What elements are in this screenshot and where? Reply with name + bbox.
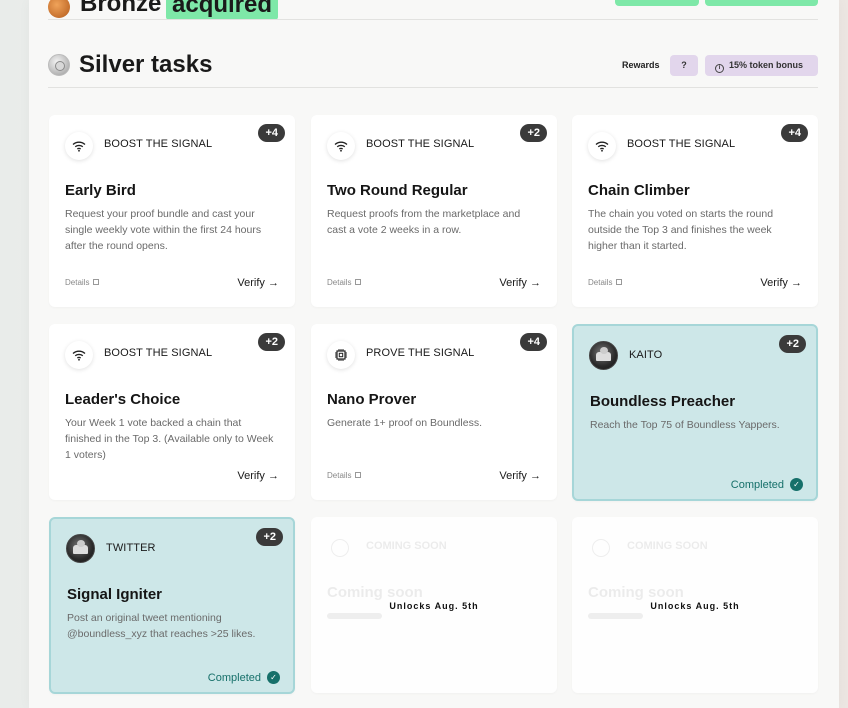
details-link[interactable]: Details <box>588 278 623 287</box>
points-badge: +2 <box>779 335 806 353</box>
bonus-pill[interactable]: i 15% token bonus <box>705 55 818 76</box>
task-card: BOOST THE SIGNAL +2 Leader's Choice Your… <box>49 324 295 500</box>
card-title: Early Bird <box>65 182 136 199</box>
external-link-icon <box>616 279 623 285</box>
arrow-right-icon: → <box>268 277 279 289</box>
arrow-right-icon: → <box>530 277 541 289</box>
locked-task-card: COMING SOON Coming soon Unlocks Aug. 5th <box>311 517 557 693</box>
card-category: BOOST THE SIGNAL <box>104 347 213 359</box>
task-card: BOOST THE SIGNAL +4 Early Bird Request y… <box>49 115 295 307</box>
silver-medal-icon <box>48 54 70 76</box>
check-icon: ✓ <box>790 478 803 491</box>
card-category: COMING SOON <box>366 540 447 552</box>
silver-header: Silver tasks Rewards ? i 15% token bonus <box>48 48 818 82</box>
bronze-header: Bronze acquired <box>48 0 818 20</box>
verify-button[interactable]: Verify → <box>237 277 279 289</box>
card-category: BOOST THE SIGNAL <box>366 138 475 150</box>
card-category: COMING SOON <box>627 540 708 552</box>
points-badge: +2 <box>520 124 547 142</box>
card-description: Request your proof bundle and cast your … <box>65 208 262 252</box>
bronze-medal-icon <box>48 0 70 18</box>
task-card-completed: KAITO +2 Boundless Preacher Reach the To… <box>572 324 818 501</box>
wifi-icon <box>65 341 93 369</box>
avatar <box>66 534 95 563</box>
card-title: Leader's Choice <box>65 391 181 408</box>
check-icon: ✓ <box>267 671 280 684</box>
card-description: Request proofs from the marketplace and … <box>327 208 521 236</box>
avatar <box>589 341 618 370</box>
reward-pill[interactable]: ? <box>670 55 698 76</box>
locked-task-card: COMING SOON Coming soon Unlocks Aug. 5th <box>572 517 818 693</box>
info-icon: i <box>715 64 724 73</box>
wifi-icon <box>327 132 355 160</box>
placeholder-bar <box>327 613 382 619</box>
card-category: TWITTER <box>106 542 156 554</box>
details-link[interactable]: Details <box>327 471 362 480</box>
divider <box>48 87 818 88</box>
locked-icon <box>592 539 610 557</box>
card-description: Your Week 1 vote backed a chain that fin… <box>65 417 274 461</box>
unlocks-label: Unlocks Aug. 5th <box>650 601 740 611</box>
verify-button[interactable]: Verify → <box>760 277 802 289</box>
card-title: Coming soon <box>588 584 684 601</box>
points-badge: +4 <box>520 333 547 351</box>
verify-button[interactable]: Verify → <box>499 277 541 289</box>
arrow-right-icon: → <box>791 277 802 289</box>
card-description: Post an original tweet mentioning @bound… <box>67 612 256 640</box>
card-title: Boundless Preacher <box>590 393 736 410</box>
wifi-icon <box>65 132 93 160</box>
card-title: Nano Prover <box>327 391 417 408</box>
locked-icon <box>331 539 349 557</box>
task-card: BOOST THE SIGNAL +4 Chain Climber The ch… <box>572 115 818 307</box>
arrow-right-icon: → <box>268 470 279 482</box>
completed-status: Completed ✓ <box>731 478 803 491</box>
bonus-label: 15% token bonus <box>729 60 804 70</box>
details-link[interactable]: Details <box>327 278 362 287</box>
acquired-badge: acquired <box>166 0 279 20</box>
card-title: Coming soon <box>327 584 423 601</box>
task-card: BOOST THE SIGNAL +2 Two Round Regular Re… <box>311 115 557 307</box>
card-category: PROVE THE SIGNAL <box>366 347 475 359</box>
bronze-bonus-pill <box>705 0 818 6</box>
card-title: Chain Climber <box>588 182 690 199</box>
points-badge: +4 <box>781 124 808 142</box>
card-title: Two Round Regular <box>327 182 468 199</box>
section-title: Silver tasks <box>79 51 213 78</box>
arrow-right-icon: → <box>530 470 541 482</box>
card-category: BOOST THE SIGNAL <box>104 138 213 150</box>
card-category: BOOST THE SIGNAL <box>627 138 736 150</box>
points-badge: +2 <box>258 333 285 351</box>
card-description: The chain you voted on starts the round … <box>588 208 774 252</box>
divider <box>48 19 818 20</box>
card-category: KAITO <box>629 349 663 361</box>
completed-status: Completed ✓ <box>208 671 280 684</box>
details-link[interactable]: Details <box>65 278 100 287</box>
external-link-icon <box>93 279 100 285</box>
external-link-icon <box>355 279 362 285</box>
external-link-icon <box>355 472 362 478</box>
chip-icon <box>327 341 355 369</box>
verify-button[interactable]: Verify → <box>499 470 541 482</box>
bronze-reward-pill <box>615 0 699 6</box>
bronze-title: Bronze <box>80 0 162 17</box>
rewards-label: Rewards <box>622 60 660 70</box>
task-card: PROVE THE SIGNAL +4 Nano Prover Generate… <box>311 324 557 500</box>
task-card-completed: TWITTER +2 Signal Igniter Post an origin… <box>49 517 295 694</box>
card-description: Reach the Top 75 of Boundless Yappers. <box>590 419 780 431</box>
verify-button[interactable]: Verify → <box>237 470 279 482</box>
card-description: Generate 1+ proof on Boundless. <box>327 417 482 429</box>
points-badge: +2 <box>256 528 283 546</box>
points-badge: +4 <box>258 124 285 142</box>
placeholder-bar <box>588 613 643 619</box>
unlocks-label: Unlocks Aug. 5th <box>389 601 479 611</box>
card-title: Signal Igniter <box>67 586 163 603</box>
wifi-icon <box>588 132 616 160</box>
